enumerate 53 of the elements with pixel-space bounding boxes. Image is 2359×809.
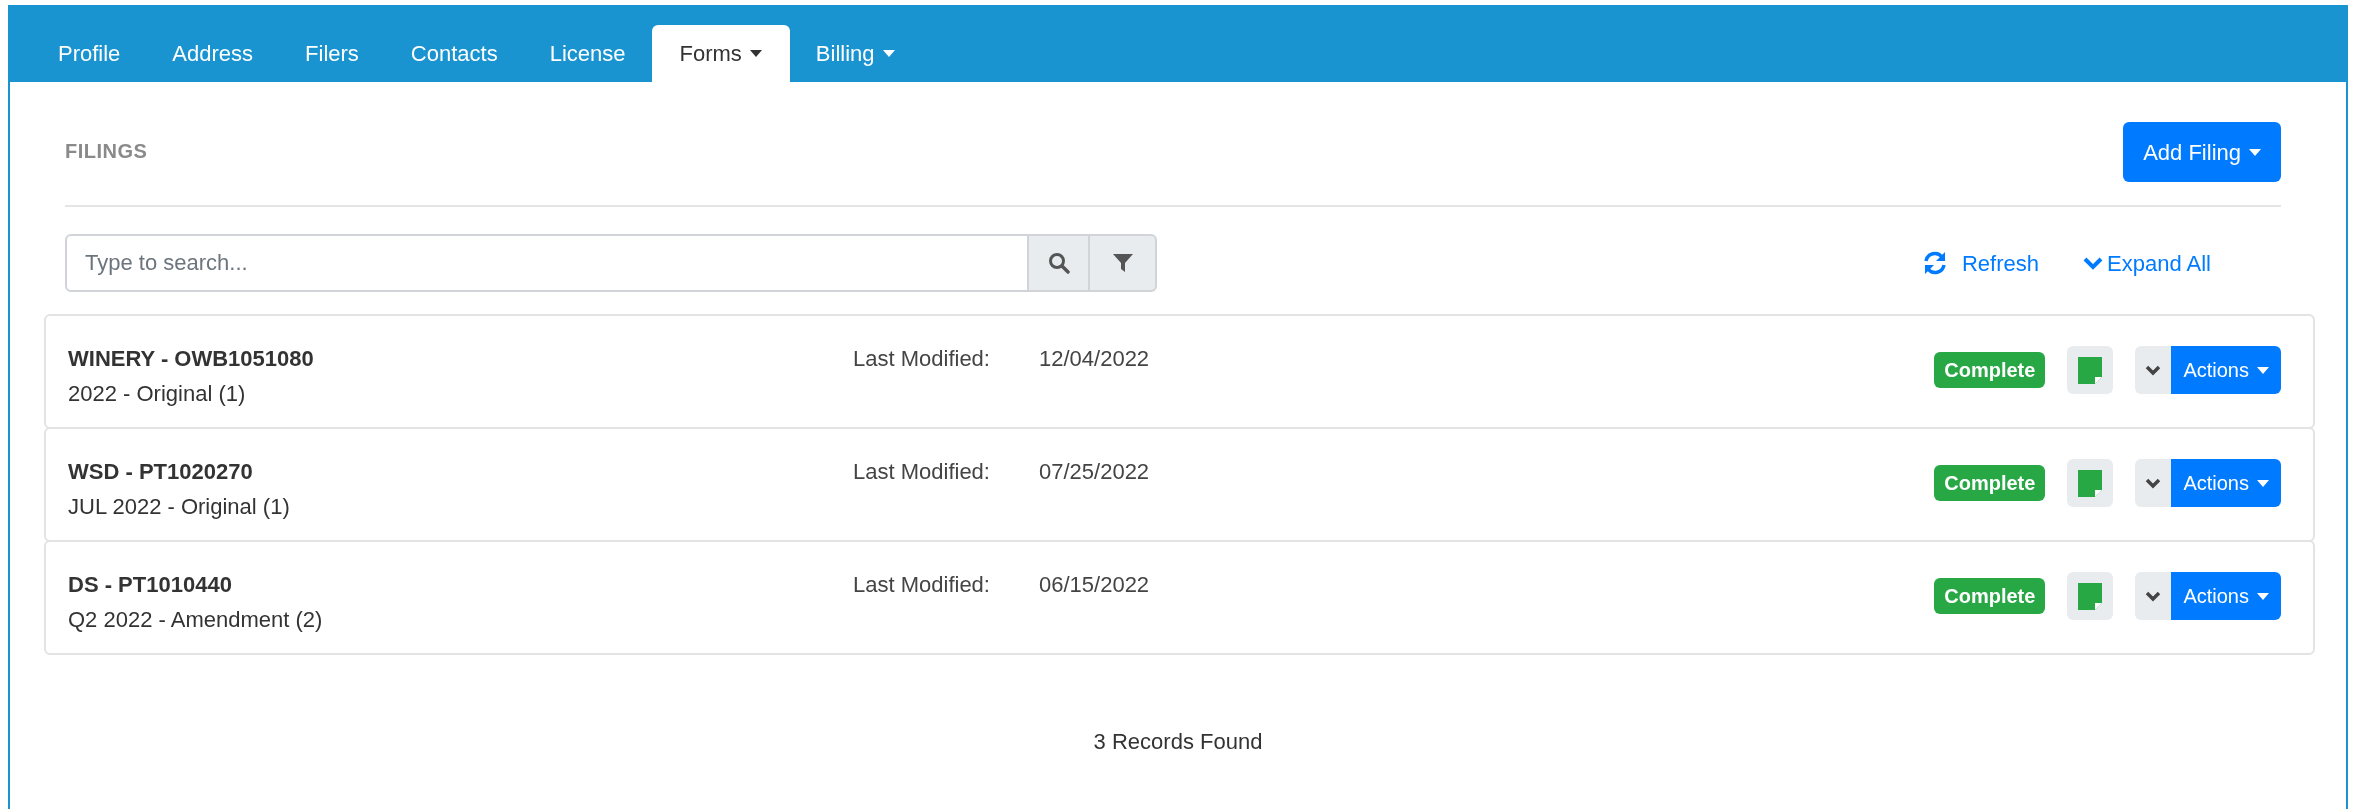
- actions-button[interactable]: Actions: [2171, 346, 2281, 394]
- note-button[interactable]: [2067, 572, 2114, 620]
- tab[interactable]: Filers: [279, 25, 385, 82]
- note-icon: [2078, 582, 2103, 610]
- note-button[interactable]: [2067, 346, 2114, 394]
- actions-button[interactable]: Actions: [2171, 459, 2281, 507]
- chevron-down-icon: [2083, 256, 2104, 270]
- filing-title: DS - PT1010440: [68, 571, 233, 599]
- tab[interactable]: Profile: [32, 25, 147, 82]
- expand-button[interactable]: [2135, 572, 2172, 620]
- tab[interactable]: Address: [146, 25, 280, 82]
- chevron-down-icon: [2145, 590, 2162, 602]
- caret-icon: [2249, 148, 2261, 156]
- caret-icon: [2257, 479, 2269, 487]
- caret-icon: [2257, 366, 2269, 374]
- refresh-icon: [1922, 250, 1948, 276]
- records-count: 3 Records Found: [1093, 728, 1263, 756]
- section-title: FILINGS: [65, 139, 148, 164]
- modified-date: 12/04/2022: [1039, 345, 1150, 373]
- status-badge: Complete: [1934, 465, 2046, 501]
- filter-button[interactable]: [1090, 234, 1157, 292]
- actions-button[interactable]: Actions: [2171, 572, 2281, 620]
- search-field[interactable]: Type to search...: [65, 234, 1029, 292]
- chevron-down-icon: [2145, 477, 2162, 489]
- filing-subtitle: 2022 - Original (1): [68, 380, 247, 408]
- modified-label: Last Modified:: [853, 345, 991, 373]
- tab[interactable]: License: [523, 25, 652, 82]
- note-button[interactable]: [2067, 459, 2114, 507]
- modified-label: Last Modified:: [853, 571, 991, 599]
- tab[interactable]: Contacts: [384, 25, 524, 82]
- filing-title: WSD - PT1020270: [68, 458, 254, 486]
- note-icon: [2078, 469, 2103, 497]
- search-icon: [1047, 252, 1070, 274]
- expand-button[interactable]: [2135, 346, 2172, 394]
- filter-icon: [1111, 252, 1134, 274]
- modified-date: 07/25/2022: [1039, 458, 1150, 486]
- modified-date: 06/15/2022: [1039, 571, 1150, 599]
- expand-button[interactable]: [2135, 459, 2172, 507]
- caret-icon: [2257, 592, 2269, 600]
- search-button[interactable]: [1029, 234, 1090, 292]
- chevron-down-icon: [2145, 364, 2162, 376]
- filing-subtitle: Q2 2022 - Amendment (2): [68, 606, 324, 634]
- refresh-link[interactable]: Refresh: [1922, 246, 2040, 280]
- modified-label: Last Modified:: [853, 458, 991, 486]
- note-icon: [2078, 356, 2103, 384]
- tab[interactable]: Billing: [789, 25, 921, 82]
- add-filing-button[interactable]: Add Filing: [2123, 122, 2281, 182]
- status-badge: Complete: [1934, 352, 2046, 388]
- filing-subtitle: JUL 2022 - Original (1): [68, 493, 291, 521]
- filing-title: WINERY - OWB1051080: [68, 345, 315, 373]
- status-badge: Complete: [1934, 578, 2046, 614]
- expand-all-link[interactable]: Expand All: [2083, 246, 2211, 280]
- tab[interactable]: Forms: [651, 25, 790, 82]
